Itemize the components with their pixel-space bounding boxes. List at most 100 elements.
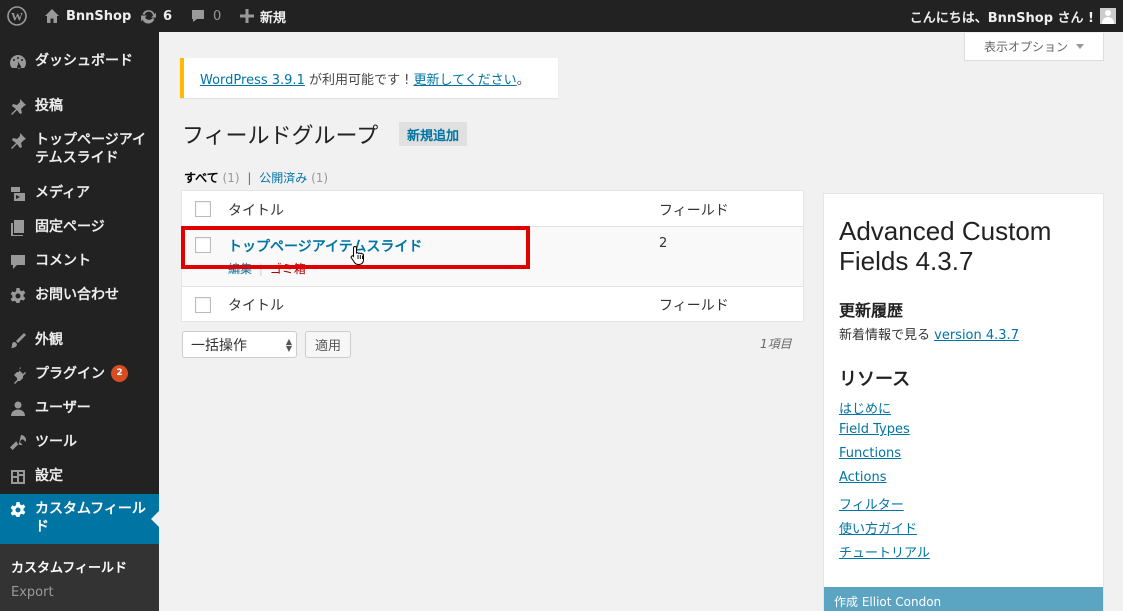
- plugin-icon: [8, 365, 28, 385]
- media-icon: [8, 184, 28, 204]
- menu-comments[interactable]: コメント: [0, 252, 159, 272]
- menu-posts[interactable]: 投稿: [0, 97, 159, 117]
- item-count: 1項目: [760, 337, 792, 351]
- resource-link-tutorials[interactable]: チュートリアル: [839, 542, 930, 561]
- menu-label: トップページアイテムスライド: [35, 132, 147, 166]
- filter-published-count: (1): [311, 171, 329, 185]
- update-now-link[interactable]: 更新してください: [413, 73, 516, 88]
- user-icon: [8, 399, 28, 419]
- filter-all[interactable]: すべて: [184, 171, 219, 185]
- apply-button[interactable]: 適用: [305, 331, 352, 358]
- field-count: 2: [659, 236, 668, 251]
- updates-link[interactable]: 6: [140, 0, 172, 32]
- resource-link-filters[interactable]: フィルター: [839, 494, 904, 513]
- menu-media[interactable]: メディア: [0, 184, 159, 204]
- menu-tools[interactable]: ツール: [0, 433, 159, 453]
- notice-text: が利用可能です !: [304, 73, 414, 88]
- comments-count: 0: [213, 8, 222, 24]
- new-label: 新規: [260, 10, 287, 26]
- home-icon: [44, 8, 60, 24]
- admin-sidebar: ダッシュボード 投稿 トップページアイテムスライド メディア 固定ページ コメン…: [0, 32, 159, 611]
- menu-custom-fields[interactable]: カスタムフィールド: [0, 494, 159, 544]
- bulk-action-select[interactable]: 一括操作 ▲ ▼: [182, 331, 297, 358]
- menu-label: 固定ページ: [35, 219, 105, 235]
- resource-link-functions[interactable]: Functions: [839, 446, 901, 461]
- wrench-icon: [8, 433, 28, 453]
- menu-appearance[interactable]: 外観: [0, 331, 159, 351]
- new-content-link[interactable]: 新規: [240, 0, 286, 32]
- menu-label: ツール: [35, 434, 77, 450]
- changelog-line: 新着情報で見る version 4.3.7: [839, 324, 1019, 343]
- menu-label: ユーザー: [35, 400, 91, 416]
- add-new-button[interactable]: 新規追加: [399, 122, 468, 146]
- table-footer-row: タイトル フィールド: [182, 286, 803, 322]
- column-title-header[interactable]: タイトル: [228, 200, 284, 220]
- filter-all-count: (1): [222, 171, 240, 185]
- menu-dashboard[interactable]: ダッシュボード: [0, 52, 159, 72]
- gear-icon: [8, 286, 28, 306]
- acf-info-box: Advanced Custom Fields 4.3.7 更新履歴 新着情報で見…: [823, 193, 1104, 611]
- comments-link[interactable]: 0: [190, 0, 221, 32]
- status-filters: すべて (1) | 公開済み (1): [184, 169, 328, 186]
- svg-text:W: W: [11, 10, 23, 24]
- column-title-footer[interactable]: タイトル: [228, 295, 284, 315]
- filter-published[interactable]: 公開済み: [259, 171, 307, 185]
- update-notice: WordPress 3.9.1 が利用可能です ! 更新してください。: [180, 58, 558, 98]
- menu-plugins[interactable]: プラグイン 2: [0, 365, 159, 385]
- menu-contact[interactable]: お問い合わせ: [0, 286, 159, 306]
- my-account-link[interactable]: こんにちは、BnnShop さん !: [910, 0, 1116, 32]
- comment-icon: [190, 8, 206, 24]
- screen-options-label: 表示オプション: [983, 40, 1068, 54]
- resources-heading: リソース: [839, 369, 911, 390]
- menu-users[interactable]: ユーザー: [0, 399, 159, 419]
- column-fields-footer: フィールド: [659, 298, 729, 314]
- settings-icon: [8, 467, 28, 487]
- submenu-custom-fields[interactable]: カスタムフィールド: [11, 557, 127, 576]
- submenu-export[interactable]: Export: [11, 585, 54, 600]
- select-all-checkbox-footer[interactable]: [195, 297, 211, 313]
- menu-label: メディア: [35, 185, 91, 201]
- menu-label: 投稿: [35, 98, 63, 114]
- wordpress-version-link[interactable]: WordPress 3.9.1: [200, 73, 305, 88]
- custom-fields-submenu: カスタムフィールド Export: [0, 544, 159, 611]
- acf-title: Advanced Custom Fields 4.3.7: [839, 216, 1052, 276]
- menu-top-page-item-slide[interactable]: トップページアイテムスライド: [0, 131, 159, 171]
- filter-separator: |: [247, 171, 252, 185]
- resource-link-field-types[interactable]: Field Types: [839, 422, 910, 437]
- comment-icon: [8, 252, 28, 272]
- hand-cursor-icon: [350, 245, 366, 269]
- updates-count: 6: [163, 8, 173, 24]
- wordpress-logo-icon[interactable]: W: [7, 0, 27, 32]
- bulk-action-value: 一括操作: [191, 337, 247, 354]
- screen-options-button[interactable]: 表示オプション: [964, 33, 1104, 61]
- changelog-heading: 更新履歴: [839, 301, 904, 320]
- menu-label: お問い合わせ: [35, 287, 119, 303]
- resource-link-how-to-guide[interactable]: 使い方ガイド: [839, 518, 917, 537]
- select-arrows-icon: ▲ ▼: [285, 337, 292, 353]
- avatar: [1100, 8, 1116, 24]
- changelog-text: 新着情報で見る: [839, 328, 935, 343]
- site-name-link[interactable]: BnnShop: [44, 0, 131, 32]
- page-icon: [8, 218, 28, 238]
- pin-icon: [8, 131, 28, 151]
- select-all-checkbox[interactable]: [195, 201, 211, 217]
- brush-icon: [8, 331, 28, 351]
- dashboard-icon: [8, 52, 28, 72]
- chevron-down-icon: [1076, 44, 1084, 53]
- table-header-row: タイトル フィールド: [182, 191, 803, 227]
- gear-icon: [8, 500, 28, 520]
- pin-icon: [8, 97, 28, 117]
- menu-label: プラグイン: [35, 366, 105, 382]
- refresh-icon: [140, 8, 157, 25]
- plus-icon: [240, 9, 254, 23]
- column-fields-header: フィールド: [659, 203, 729, 219]
- menu-settings[interactable]: 設定: [0, 467, 159, 487]
- resource-link-getting-started[interactable]: はじめに: [839, 398, 891, 417]
- menu-pages[interactable]: 固定ページ: [0, 218, 159, 238]
- changelog-version-link[interactable]: version 4.3.7: [934, 328, 1019, 343]
- menu-label: 外観: [35, 332, 63, 348]
- page-title: フィールドグループ: [182, 124, 379, 149]
- resource-link-actions[interactable]: Actions: [839, 470, 887, 485]
- admin-bar: W BnnShop 6 0 新規 こんにちは、BnnShop さん !: [0, 0, 1123, 32]
- menu-label: カスタムフィールド: [35, 501, 146, 535]
